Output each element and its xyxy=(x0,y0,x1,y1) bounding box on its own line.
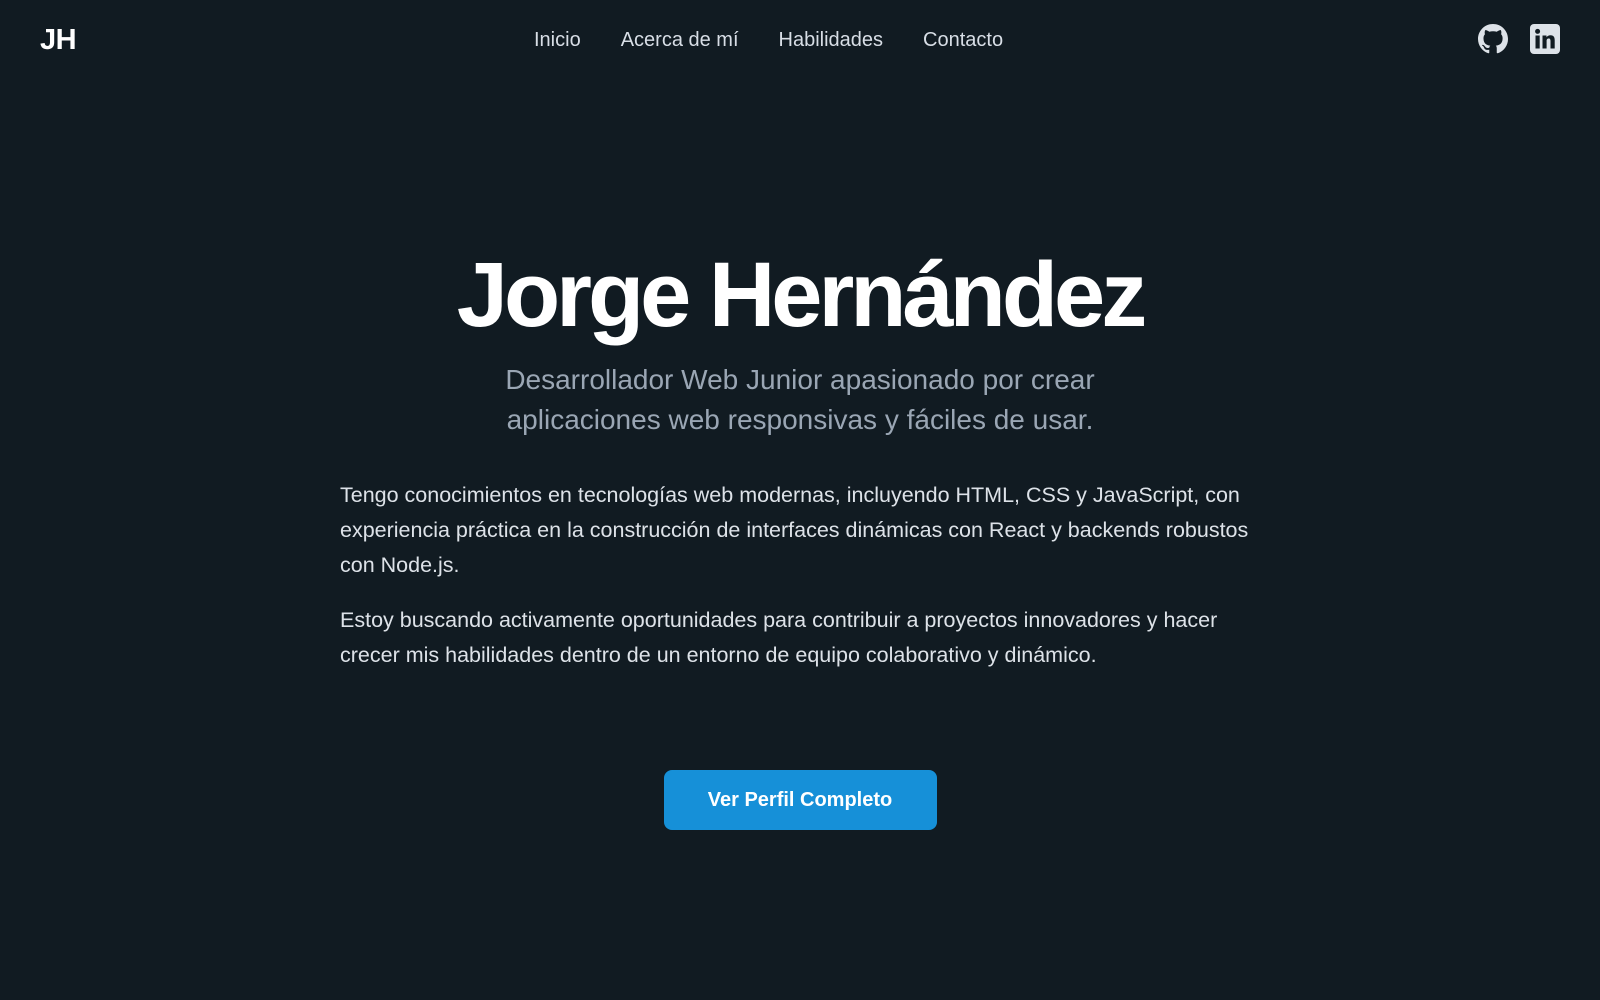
nav-link-inicio[interactable]: Inicio xyxy=(534,28,581,52)
social-links xyxy=(1478,24,1560,54)
hero-name: Jorge Hernández xyxy=(456,244,1147,346)
linkedin-icon xyxy=(1530,24,1560,54)
site-logo[interactable]: JH xyxy=(40,22,77,58)
about-section: Tengo conocimientos en tecnologías web m… xyxy=(340,478,1260,693)
cta-container: Ver Perfil Completo xyxy=(0,770,1600,830)
hero-subtitle: Desarrollador Web Junior apasionado por … xyxy=(505,364,1095,435)
about-paragraph-1: Tengo conocimientos en tecnologías web m… xyxy=(340,483,1249,577)
hero-section: Jorge Hernández Desarrollador Web Junior… xyxy=(0,240,1600,440)
github-link[interactable] xyxy=(1478,24,1508,54)
view-full-profile-button[interactable]: Ver Perfil Completo xyxy=(663,770,937,830)
top-navigation-bar: JH Inicio Acerca de mí Habilidades Conta… xyxy=(0,0,1600,80)
main-nav: Inicio Acerca de mí Habilidades Contacto xyxy=(534,28,1003,52)
nav-link-habilidades[interactable]: Habilidades xyxy=(779,28,884,52)
nav-link-contacto[interactable]: Contacto xyxy=(923,28,1003,52)
nav-link-acerca[interactable]: Acerca de mí xyxy=(621,28,739,52)
about-paragraph-2: Estoy buscando activamente oportunidades… xyxy=(340,608,1218,667)
github-icon xyxy=(1478,24,1508,54)
linkedin-link[interactable] xyxy=(1530,24,1560,54)
